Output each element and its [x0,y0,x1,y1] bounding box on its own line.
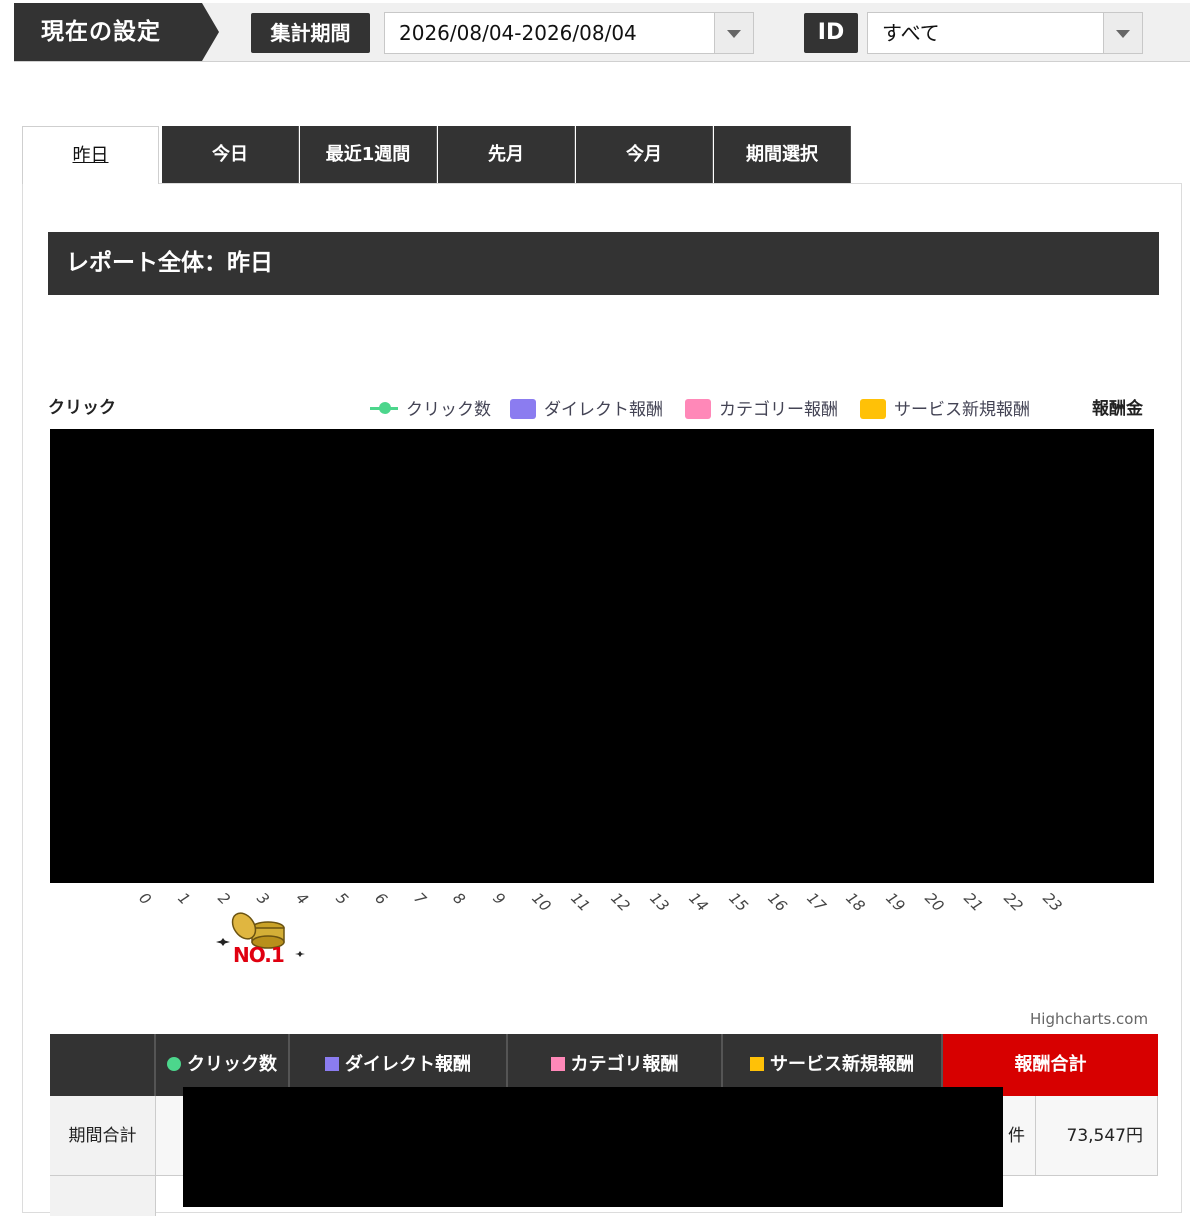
total-amount: 73,547円 [1036,1096,1158,1176]
square-icon [550,1057,565,1071]
legend-label: ダイレクト報酬 [544,400,663,420]
id-label: ID [804,13,858,53]
legend-item-clicks[interactable]: クリック数 [370,397,491,423]
y-axis-left-label: クリック [48,398,116,418]
chart-credit[interactable]: Highcharts.com [1030,1010,1148,1028]
x-tick-label: 7 [410,889,430,909]
period-select[interactable]: 2026/08/04-2026/08/04 [384,12,754,54]
x-tick-label: 16 [764,889,791,916]
tab-last-month[interactable]: 先月 [438,126,575,183]
x-axis: 0 1 2 3 4 5 6 7 8 9 10 11 12 13 14 15 16 17 18 19 20 21 22 23 [0,889,1197,919]
chevron-down-icon[interactable] [1103,13,1142,53]
x-tick-label: 8 [449,889,470,909]
x-tick-label: 18 [842,889,869,916]
row-label-next [50,1176,156,1216]
current-settings-label: 現在の設定 [14,3,219,61]
header-label: クリック数 [187,1054,277,1075]
count-suffix: 件 [1008,1126,1025,1146]
x-tick-label: 23 [1039,889,1066,916]
legend-marker [510,399,536,419]
redacted-area [183,1087,1003,1207]
legend-label: サービス新規報酬 [894,400,1030,420]
x-tick-label: 3 [253,889,273,909]
chart-plot-area [50,429,1154,883]
legend-marker [685,399,711,419]
x-tick-label: 4 [292,889,312,909]
x-tick-label: 20 [921,889,948,916]
x-tick-label: 11 [567,889,594,916]
x-tick-label: 15 [724,889,752,916]
tab-period-select[interactable]: 期間選択 [714,126,851,183]
chevron-down-icon[interactable] [714,13,753,53]
square-icon [750,1057,764,1071]
x-tick-label: 9 [488,889,509,909]
legend-item-service[interactable]: サービス新規報酬 [860,397,1030,423]
x-tick-label: 22 [999,889,1027,916]
x-tick-label: 1 [174,889,195,909]
report-title: レポート全体：昨日 [48,232,1159,295]
row-label-period-total: 期間合計 [50,1096,156,1176]
header-label: サービス新規報酬 [770,1054,914,1075]
legend-marker [860,399,886,419]
x-tick-label: 13 [646,889,673,916]
x-tick-label: 19 [881,889,909,916]
tab-this-month[interactable]: 今月 [576,126,713,183]
square-icon [325,1057,339,1071]
x-tick-label: 17 [803,889,830,916]
x-tick-label: 6 [371,889,391,909]
legend-item-category[interactable]: カテゴリー報酬 [685,397,838,423]
legend-item-direct[interactable]: ダイレクト報酬 [510,397,663,423]
x-tick-label: 0 [135,889,155,909]
tab-last-week[interactable]: 最近1週間 [300,126,437,183]
tab-today[interactable]: 今日 [162,126,299,183]
x-tick-label: 12 [606,889,634,916]
header-label: ダイレクト報酬 [345,1054,471,1075]
x-tick-label: 10 [528,889,555,916]
circle-icon [167,1057,181,1071]
x-tick-label: 21 [960,889,987,916]
no1-badge: NO.1 [210,910,310,970]
x-tick-label: 14 [685,889,712,916]
y-axis-right-label: 報酬金 [1092,399,1143,419]
header-label: カテゴリ報酬 [570,1054,679,1075]
id-value: すべて [882,21,940,45]
legend-marker [370,402,398,414]
tab-yesterday[interactable]: 昨日 [22,126,159,184]
id-select[interactable]: すべて [867,12,1143,54]
x-tick-label: 5 [331,889,352,909]
period-value: 2026/08/04-2026/08/04 [399,21,637,45]
legend-label: クリック数 [406,400,491,420]
settings-bar: 現在の設定 集計期間 2026/08/04-2026/08/04 ID すべて [14,3,1190,62]
table-header-blank [50,1034,156,1096]
badge-text: NO.1 [233,943,285,967]
period-label: 集計期間 [251,13,370,53]
x-tick-label: 2 [213,889,234,909]
legend-label: カテゴリー報酬 [719,400,838,420]
